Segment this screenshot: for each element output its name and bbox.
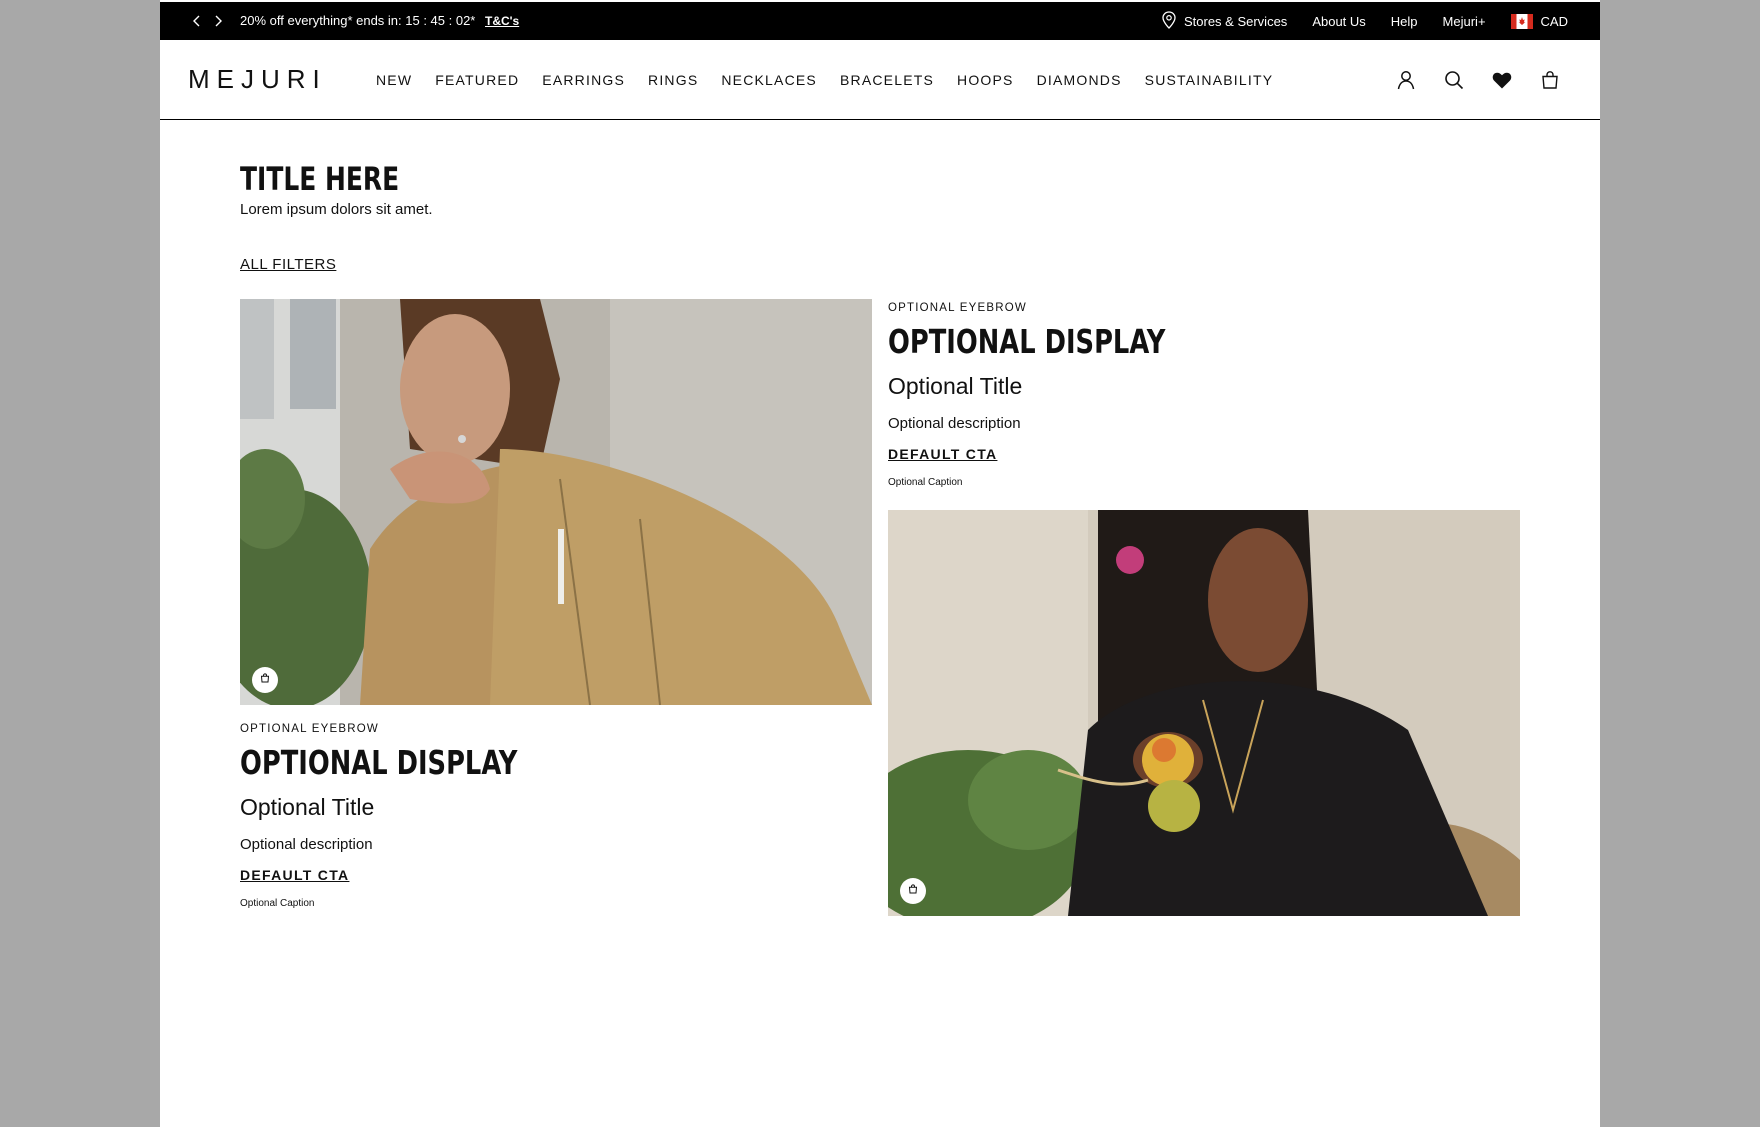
card-display: OPTIONAL DISPLAY bbox=[240, 743, 518, 782]
promo-message: 20% off everything* ends in: 15 : 45 : 0… bbox=[240, 13, 519, 28]
shopping-bag-icon[interactable] bbox=[1538, 68, 1562, 92]
currency-label: CAD bbox=[1540, 13, 1568, 29]
card-caption: Optional Caption bbox=[888, 477, 963, 488]
card-cta-link[interactable]: DEFAULT CTA bbox=[888, 446, 997, 462]
card-title: Optional Title bbox=[240, 794, 375, 820]
announcement-bar: 20% off everything* ends in: 15 : 45 : 0… bbox=[160, 2, 1600, 40]
nav-earrings[interactable]: EARRINGS bbox=[542, 72, 625, 88]
card-description: Optional description bbox=[888, 415, 1021, 432]
about-us-label: About Us bbox=[1312, 13, 1366, 29]
nav-rings[interactable]: RINGS bbox=[648, 72, 698, 88]
card-cta-link[interactable]: DEFAULT CTA bbox=[240, 867, 349, 883]
stores-services-label: Stores & Services bbox=[1183, 13, 1288, 29]
card-eyebrow: OPTIONAL EYEBROW bbox=[888, 302, 1027, 314]
mejuri-logo[interactable]: MEJURI bbox=[188, 64, 327, 95]
card-image-woman-fruit[interactable] bbox=[888, 510, 1520, 916]
heart-icon[interactable] bbox=[1490, 68, 1514, 92]
card-eyebrow: OPTIONAL EYEBROW bbox=[240, 723, 379, 735]
page-subtitle: Lorem ipsum dolors sit amet. bbox=[240, 201, 433, 218]
nav-featured[interactable]: FEATURED bbox=[435, 72, 519, 88]
nav-bracelets[interactable]: BRACELETS bbox=[840, 72, 934, 88]
card-display: OPTIONAL DISPLAY bbox=[888, 322, 1166, 361]
mejuri-plus-label: Mejuri+ bbox=[1442, 13, 1486, 29]
shop-the-look-button[interactable] bbox=[900, 878, 926, 904]
card-title: Optional Title bbox=[888, 373, 1023, 399]
nav-sustainability[interactable]: SUSTAINABILITY bbox=[1145, 72, 1274, 88]
all-filters-link[interactable]: ALL FILTERS bbox=[240, 256, 336, 273]
page: 20% off everything* ends in: 15 : 45 : 0… bbox=[160, 0, 1600, 1127]
help-link[interactable]: Help bbox=[1391, 14, 1418, 29]
utility-nav: Stores & Services About Us Help Mejuri+ … bbox=[1162, 2, 1568, 40]
about-us-link[interactable]: About Us bbox=[1312, 14, 1365, 29]
location-pin-icon bbox=[1162, 10, 1176, 32]
shopping-bag-icon bbox=[259, 671, 271, 689]
account-icon[interactable] bbox=[1394, 68, 1418, 92]
nav-new[interactable]: NEW bbox=[376, 72, 412, 88]
currency-selector[interactable]: CAD bbox=[1510, 13, 1568, 29]
stores-services-link[interactable]: Stores & Services bbox=[1162, 10, 1288, 32]
chevron-left-icon[interactable] bbox=[187, 11, 207, 31]
chevron-right-icon[interactable] bbox=[208, 11, 228, 31]
promo-text: 20% off everything* ends in: 15 : 45 : 0… bbox=[240, 13, 476, 28]
page-title: TITLE HERE bbox=[240, 160, 400, 198]
card-caption: Optional Caption bbox=[240, 898, 315, 909]
shopping-bag-icon bbox=[907, 882, 919, 900]
shop-the-look-button[interactable] bbox=[252, 667, 278, 693]
header-actions bbox=[1394, 68, 1562, 92]
canada-flag-icon bbox=[1510, 13, 1533, 29]
search-icon[interactable] bbox=[1442, 68, 1466, 92]
card-description: Optional description bbox=[240, 836, 373, 853]
nav-necklaces[interactable]: NECKLACES bbox=[721, 72, 817, 88]
terms-link[interactable]: T&C's bbox=[485, 14, 519, 28]
nav-hoops[interactable]: HOOPS bbox=[957, 72, 1014, 88]
help-label: Help bbox=[1390, 13, 1418, 29]
main-header: MEJURI NEW FEATURED EARRINGS RINGS NECKL… bbox=[160, 40, 1600, 120]
nav-diamonds[interactable]: DIAMONDS bbox=[1037, 72, 1122, 88]
card-image-woman-shirt[interactable] bbox=[240, 299, 872, 705]
mejuri-plus-link[interactable]: Mejuri+ bbox=[1443, 14, 1486, 29]
main-nav: NEW FEATURED EARRINGS RINGS NECKLACES BR… bbox=[376, 72, 1296, 88]
